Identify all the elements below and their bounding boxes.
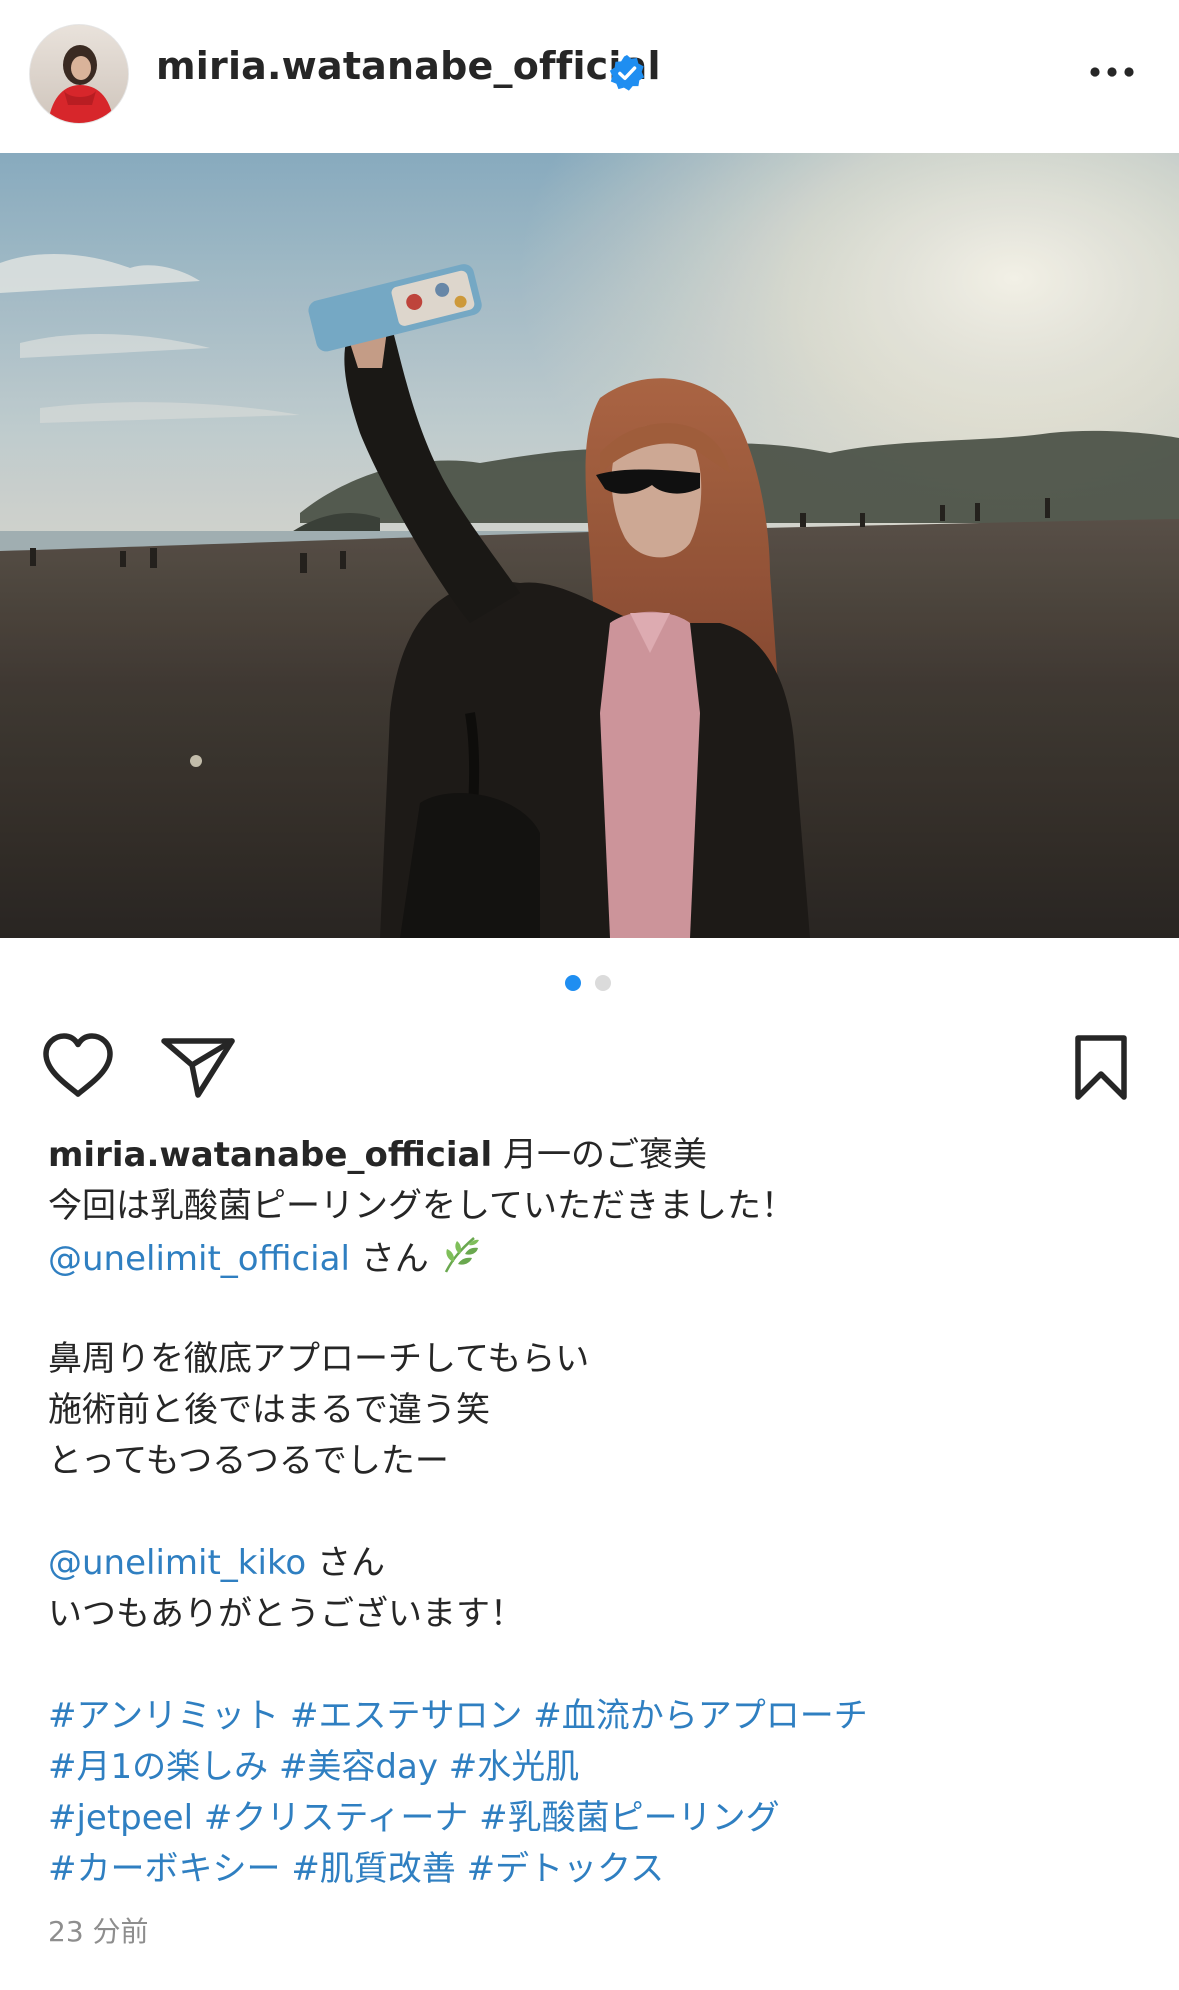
heart-outline-icon[interactable]: [40, 1032, 116, 1100]
verified-badge-icon: [609, 54, 645, 91]
caption-text: 月一のご褒美: [492, 1135, 707, 1175]
bookmark-outline-icon[interactable]: [1072, 1034, 1130, 1102]
hashtag-link[interactable]: #水光肌: [449, 1747, 580, 1787]
mention-link[interactable]: @unelimit_kiko: [48, 1543, 306, 1583]
leaf-icon: [440, 1232, 484, 1291]
post-header: miria.watanabe_official: [0, 0, 1179, 152]
hashtag-line: #月1の楽しみ #美容day #水光肌: [48, 1742, 1148, 1793]
hashtag-line: #jetpeel #クリスティーナ #乳酸菌ピーリング: [48, 1793, 1148, 1844]
avatar[interactable]: [30, 25, 128, 123]
hashtag-link[interactable]: #クリスティーナ: [204, 1798, 468, 1838]
carousel-indicator: [0, 975, 1179, 995]
caption-line-7: @unelimit_kiko さん: [48, 1538, 1148, 1589]
caption-line-3: @unelimit_official さん: [48, 1232, 1148, 1283]
beach-selfie-photo: [0, 153, 1179, 938]
hashtag-line: #カーボキシー #肌質改善 #デトックス: [48, 1844, 1148, 1895]
caption-line-4: 鼻周りを徹底アプローチしてもらい: [48, 1339, 590, 1379]
caption-username[interactable]: miria.watanabe_official: [48, 1135, 492, 1175]
caption-line-8: いつもありがとうございます！: [48, 1594, 524, 1634]
caption-line-5: 施術前と後ではまるで違う笑: [48, 1390, 490, 1430]
post-photo[interactable]: [0, 153, 1179, 938]
caption-text: さん: [349, 1239, 429, 1279]
caption-text: さん: [306, 1543, 386, 1583]
carousel-dot-active: [565, 975, 581, 991]
hashtag-link[interactable]: #美容day: [279, 1747, 438, 1787]
hashtag-link[interactable]: #jetpeel: [48, 1798, 193, 1838]
hashtag-link[interactable]: #乳酸菌ピーリング: [479, 1798, 780, 1838]
post-caption: miria.watanabe_official 月一のご褒美 今回は乳酸菌ピーリ…: [48, 1130, 1148, 1895]
avatar-image: [30, 25, 128, 123]
caption-line-2: 今回は乳酸菌ピーリングをしていただきました！: [48, 1186, 795, 1226]
hashtag-line: #アンリミット #エステサロン #血流からアプローチ: [48, 1691, 1148, 1742]
more-options-icon[interactable]: [1082, 50, 1142, 94]
mention-link[interactable]: @unelimit_official: [48, 1239, 350, 1279]
hashtag-link[interactable]: #肌質改善: [291, 1849, 456, 1889]
caption-line-1: miria.watanabe_official 月一のご褒美: [48, 1130, 1148, 1181]
post-username[interactable]: miria.watanabe_official: [156, 44, 661, 88]
paper-plane-icon[interactable]: [160, 1035, 236, 1099]
hashtag-link[interactable]: #月1の楽しみ: [48, 1747, 268, 1787]
post-timestamp: 23 分前: [48, 1915, 149, 1948]
caption-line-6: とってもつるつるでしたー: [48, 1441, 449, 1481]
hashtag-link[interactable]: #血流からアプローチ: [533, 1696, 868, 1736]
carousel-dot: [595, 975, 611, 991]
hashtag-link[interactable]: #エステサロン: [290, 1696, 523, 1736]
hashtag-link[interactable]: #カーボキシー: [48, 1849, 281, 1889]
hashtag-link[interactable]: #アンリミット: [48, 1696, 279, 1736]
hashtag-link[interactable]: #デトックス: [467, 1849, 664, 1889]
